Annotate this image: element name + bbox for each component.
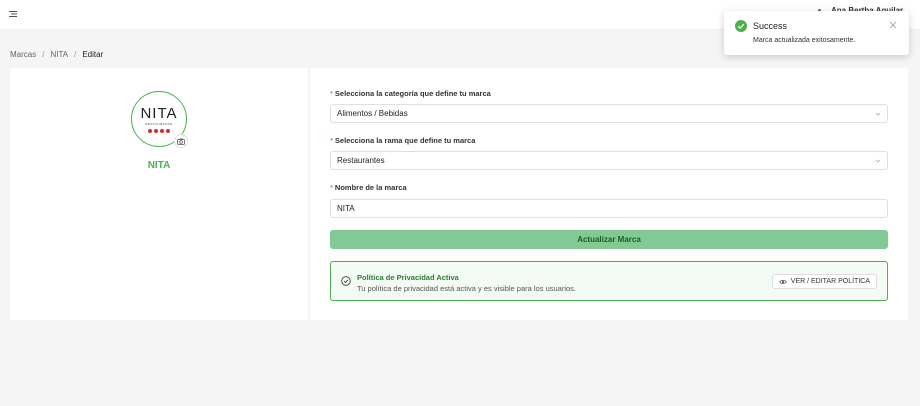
logo-dots	[148, 128, 170, 133]
name-label: * Nombre de la marca	[330, 183, 407, 192]
category-select[interactable]: Alimentos / Bebidas	[330, 104, 888, 123]
breadcrumb-separator: /	[74, 50, 77, 59]
toast-title: Success	[753, 21, 788, 31]
policy-title: Política de Privacidad Activa	[357, 273, 459, 282]
required-mark: *	[330, 89, 333, 98]
eye-icon	[778, 279, 787, 284]
branch-label: * Selecciona la rama que define tu marca	[330, 136, 476, 145]
chevron-down-icon	[875, 112, 881, 116]
breadcrumb-item-current: Editar	[82, 50, 104, 59]
camera-icon	[177, 138, 185, 145]
success-toast: Success Marca actualizada exitosamente.	[724, 11, 909, 55]
branch-select[interactable]: Restaurantes	[330, 151, 888, 170]
check-circle-icon	[341, 276, 351, 286]
check-circle-icon	[735, 20, 747, 32]
brand-name-input[interactable]	[330, 199, 888, 218]
brand-card: NITA RESTAURANTE NITA	[10, 68, 308, 320]
category-value: Alimentos / Bebidas	[337, 109, 408, 118]
update-brand-button[interactable]: Actualizar Marca	[330, 230, 888, 249]
edit-policy-button[interactable]: VER / EDITAR POLÍTICA	[771, 274, 877, 289]
close-icon[interactable]	[889, 21, 897, 29]
logo-text: NITA	[140, 104, 178, 122]
breadcrumb: Marcas / NITA / Editar	[10, 50, 103, 59]
breadcrumb-item-marcas[interactable]: Marcas	[10, 50, 36, 59]
edit-policy-label: VER / EDITAR POLÍTICA	[790, 278, 870, 285]
toast-message: Marca actualizada exitosamente.	[753, 37, 856, 44]
logo-subtext: RESTAURANTE	[145, 121, 173, 126]
breadcrumb-separator: /	[42, 50, 45, 59]
category-label: * Selecciona la categoría que define tu m…	[330, 89, 491, 98]
menu-icon[interactable]	[8, 9, 18, 19]
change-logo-button[interactable]	[174, 134, 188, 148]
chevron-down-icon	[875, 159, 881, 163]
brand-form: * Selecciona la categoría que define tu m…	[310, 68, 908, 320]
brand-name: NITA	[147, 160, 171, 171]
policy-description: Tu política de privacidad está activa y …	[357, 284, 576, 293]
branch-value: Restaurantes	[337, 156, 385, 165]
breadcrumb-item-brand[interactable]: NITA	[50, 50, 68, 59]
required-mark: *	[330, 136, 333, 145]
privacy-policy-status: Política de Privacidad Activa Tu polític…	[330, 261, 888, 301]
required-mark: *	[330, 183, 333, 192]
